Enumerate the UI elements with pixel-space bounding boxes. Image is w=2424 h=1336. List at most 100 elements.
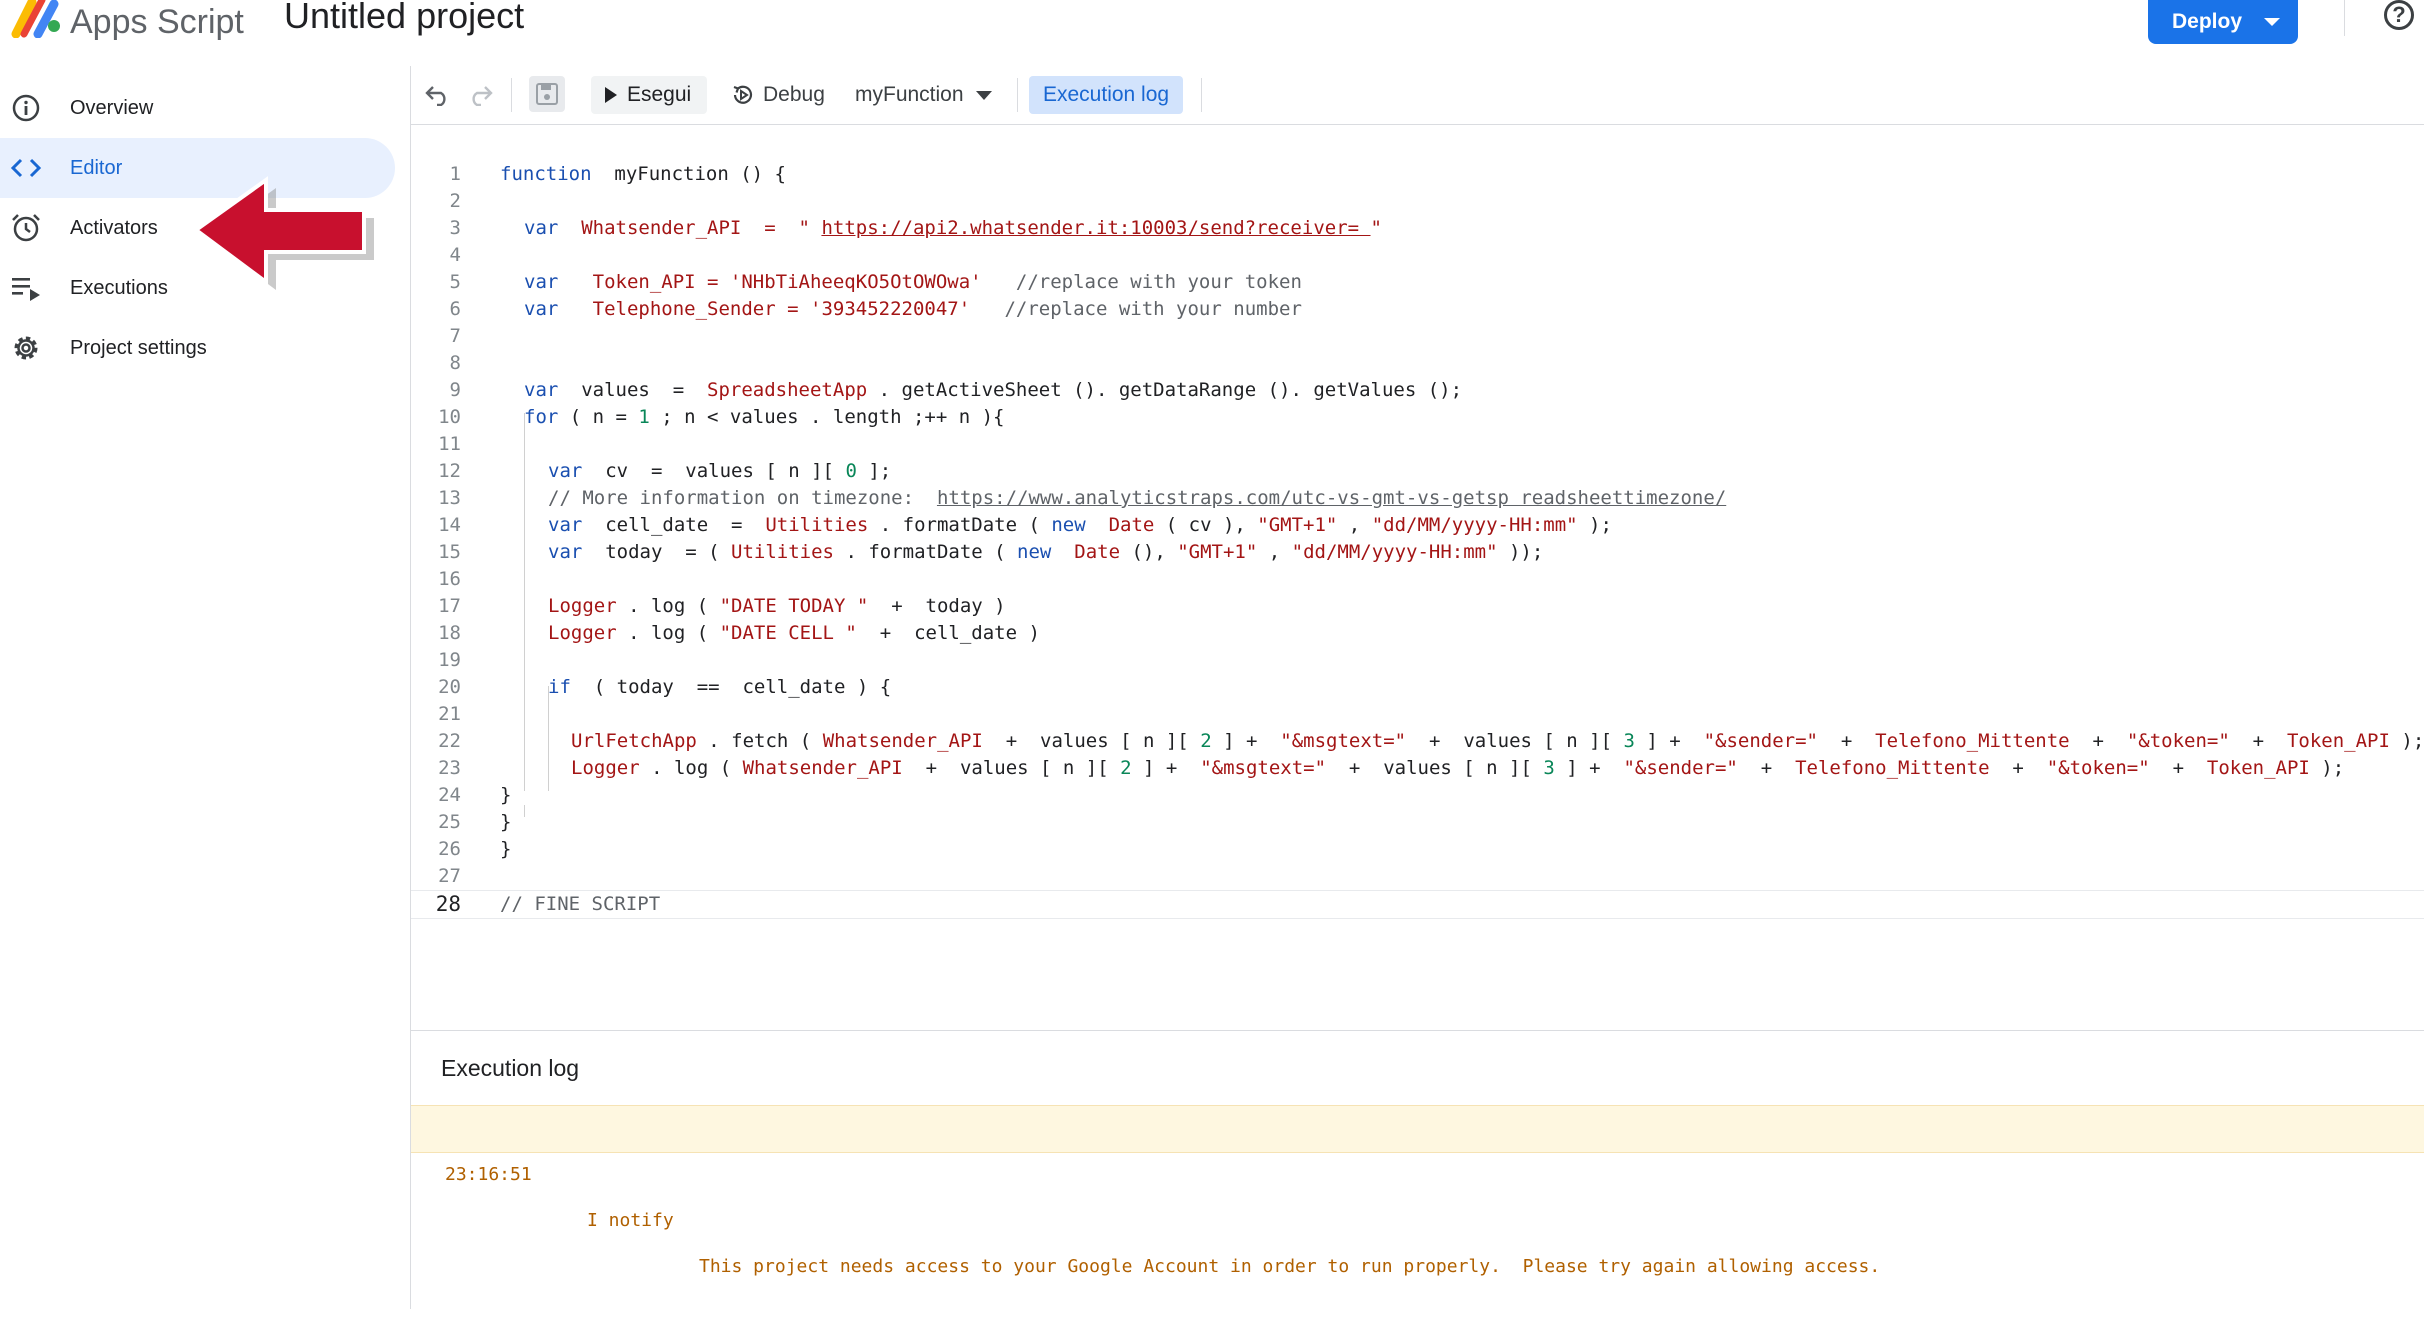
string: "&sender=" — [1703, 730, 1818, 752]
run-button[interactable]: Esegui — [591, 76, 708, 114]
line-number: 7 — [449, 325, 461, 347]
code-text: Whatsender_API = — [558, 217, 799, 239]
class-name: Logger — [548, 595, 617, 617]
code-text: } — [500, 811, 512, 833]
code-line: 5 var Token_API = 'NHbTiAheeqKO5OtOWOwa' … — [411, 269, 2424, 296]
line-number: 5 — [449, 271, 461, 293]
code-line-current: 28 // FINE SCRIPT — [411, 890, 2424, 919]
deploy-button[interactable]: Deploy — [2148, 0, 2298, 44]
app-name[interactable]: Apps Script — [70, 0, 244, 44]
execution-log-button[interactable]: Execution log — [1029, 76, 1184, 114]
string-url: https://api2.whatsender.it:10003/send?re… — [821, 217, 1371, 239]
info-icon — [10, 92, 42, 124]
redo-icon[interactable] — [463, 78, 497, 112]
line-number: 19 — [438, 649, 461, 671]
top-bar: Apps Script Untitled project Deploy ? — [0, 0, 2424, 67]
code-line: 17 Logger . log ( "DATE TODAY " + today ) — [411, 593, 2424, 620]
deploy-button-label: Deploy — [2172, 10, 2243, 33]
code-line: 6 var Telephone_Sender = '393452220047' /… — [411, 296, 2424, 323]
code-text: ( cv ), — [1154, 514, 1258, 536]
code-line: 9 var values = SpreadsheetApp . getActive… — [411, 377, 2424, 404]
log-message: This project needs access to your Google… — [699, 1256, 1881, 1277]
code-line: 19 — [411, 647, 2424, 674]
line-number: 23 — [438, 757, 461, 779]
code-text: ); — [1577, 514, 1612, 536]
code-text: + — [1989, 757, 2047, 779]
code-text: . log ( — [639, 757, 743, 779]
apps-script-logo-icon[interactable] — [10, 0, 62, 38]
divider — [1201, 78, 1202, 112]
code-text: + — [2069, 730, 2127, 752]
code-line: 12 var cv = values [ n ][ 0 ]; — [411, 458, 2424, 485]
code-text: + — [2229, 730, 2287, 752]
variable: Telefono_Mittente — [1875, 730, 2070, 752]
save-button[interactable] — [529, 76, 565, 112]
chevron-down-icon — [975, 90, 992, 100]
comment: // FINE SCRIPT — [500, 893, 661, 915]
code-text: ); — [2309, 757, 2345, 779]
code-text: } — [500, 838, 512, 860]
sidebar-item-label: Activators — [70, 216, 158, 239]
code-line: 3 var Whatsender_API = " https://api2.wha… — [411, 215, 2424, 242]
line-number: 2 — [449, 190, 461, 212]
keyword: var — [548, 514, 583, 536]
execution-log-panel: Execution log 23:16:51 I notify This pro… — [411, 1030, 2424, 1310]
line-number: 9 — [449, 379, 461, 401]
code-line: 22 UrlFetchApp . fetch ( Whatsender_API +… — [411, 728, 2424, 755]
code-line: 26} — [411, 836, 2424, 863]
sidebar-item-label: Overview — [70, 96, 154, 119]
code-line: 2 — [411, 188, 2424, 215]
code-line: 21 — [411, 701, 2424, 728]
variable: Telefono_Mittente — [1795, 757, 1990, 779]
debug-button[interactable]: Debug — [731, 76, 825, 114]
class-name: UrlFetchApp — [571, 730, 697, 752]
keyword: new — [1017, 541, 1052, 563]
string: "&sender=" — [1623, 757, 1738, 779]
sidebar-item-label: Editor — [70, 156, 123, 179]
class-name: Utilities — [765, 514, 869, 536]
code-text: . formatDate ( — [834, 541, 1018, 563]
code-text: myFunction () { — [591, 163, 786, 185]
undo-icon[interactable] — [421, 78, 455, 112]
string: "&msgtext=" — [1280, 730, 1407, 752]
gear-icon — [10, 332, 42, 364]
class-name: Utilities — [731, 541, 834, 563]
number: 3 — [1543, 757, 1555, 779]
variable: Whatsender_API — [742, 757, 903, 779]
sidebar-item-overview[interactable]: Overview — [0, 78, 395, 138]
code-text: . log ( — [616, 622, 720, 644]
code-line: 20 if ( today == cell_date ) { — [411, 674, 2424, 701]
string: "GMT+1" — [1257, 514, 1338, 536]
comment-url[interactable]: https://www.analyticstraps.com/utc-vs-gm… — [937, 487, 1726, 509]
execution-log-title: Execution log — [441, 1055, 580, 1081]
keyword: var — [524, 298, 559, 320]
code-line: 16 — [411, 566, 2424, 593]
number: 1 — [638, 406, 650, 428]
variable: Whatsender_API — [822, 730, 983, 752]
line-number: 11 — [438, 433, 461, 455]
code-text: )); — [1497, 541, 1544, 563]
divider — [2344, 0, 2345, 36]
code-line: 10 for ( n = 1 ; n < values . length ;++ … — [411, 404, 2424, 431]
function-select[interactable]: myFunction — [855, 76, 992, 114]
code-editor[interactable]: 1 function myFunction () { 2 3 var Whatsen… — [411, 125, 2424, 1030]
keyword: for — [524, 406, 559, 428]
code-text: + cell_date ) — [856, 622, 1040, 644]
log-timestamp: 23:16:51 — [445, 1164, 532, 1185]
divider — [1017, 78, 1018, 112]
code-text: ] + — [1131, 757, 1201, 779]
code-line: 1 function myFunction () { — [411, 161, 2424, 188]
code-line: 23 Logger . log ( Whatsender_API + values… — [411, 755, 2424, 782]
code-text: ] + — [1554, 757, 1624, 779]
sidebar-item-project-settings[interactable]: Project settings — [0, 318, 395, 378]
help-icon[interactable]: ? — [2384, 0, 2414, 30]
code-icon — [10, 152, 42, 184]
code-text: } — [500, 784, 512, 806]
string: "DATE TODAY " — [719, 595, 869, 617]
code-line: 14 var cell_date = Utilities . formatDate… — [411, 512, 2424, 539]
project-title[interactable]: Untitled project — [284, 0, 524, 38]
keyword: var — [548, 460, 583, 482]
line-number: 17 — [438, 595, 461, 617]
line-number: 4 — [449, 244, 461, 266]
